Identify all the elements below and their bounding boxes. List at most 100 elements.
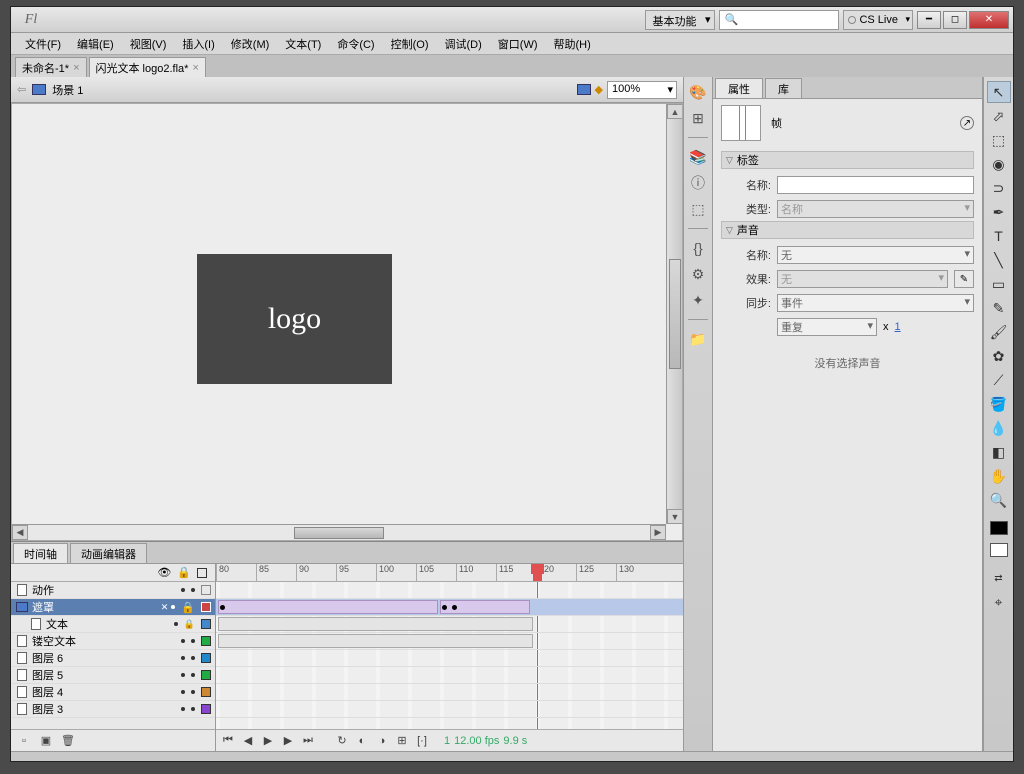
- behaviors-icon[interactable]: ✦: [689, 291, 707, 309]
- frames-grid[interactable]: [216, 582, 683, 729]
- project-icon[interactable]: 📁: [689, 330, 707, 348]
- section-sound[interactable]: 声音: [721, 221, 974, 239]
- text-tool[interactable]: T: [987, 225, 1011, 247]
- swap-colors-button[interactable]: ⇄: [987, 567, 1011, 589]
- back-icon[interactable]: ⇦: [17, 83, 26, 96]
- close-button[interactable]: ✕: [969, 11, 1009, 29]
- eyedropper-tool[interactable]: 💧: [987, 417, 1011, 439]
- sound-repeat-dropdown[interactable]: 重复: [777, 318, 877, 336]
- layer-row[interactable]: 图层 6: [11, 650, 215, 667]
- label-type-dropdown[interactable]: 名称: [777, 200, 974, 218]
- bone-tool[interactable]: ⟋: [987, 369, 1011, 391]
- menu-modify[interactable]: 修改(M): [223, 33, 278, 55]
- selection-tool[interactable]: ↖: [987, 81, 1011, 103]
- tab-motion-editor[interactable]: 动画编辑器: [70, 543, 147, 563]
- horizontal-scrollbar[interactable]: ◀ ▶: [12, 524, 666, 540]
- frame-ruler[interactable]: 80 85 90 95 100 105 110 115 120 125 130: [216, 564, 683, 582]
- tab-close-icon[interactable]: ×: [73, 62, 79, 74]
- lock-header-icon[interactable]: 🔒: [177, 566, 191, 579]
- play-button[interactable]: ▶: [260, 734, 276, 748]
- paint-bucket-tool[interactable]: 🪣: [987, 393, 1011, 415]
- menu-view[interactable]: 视图(V): [122, 33, 175, 55]
- info-icon[interactable]: ⓘ: [689, 174, 707, 192]
- doc-tab[interactable]: 闪光文本 logo2.fla*×: [89, 57, 206, 77]
- scroll-left-icon[interactable]: ◀: [12, 525, 28, 540]
- layer-row[interactable]: 遮罩✕🔒: [11, 599, 215, 616]
- vertical-scrollbar[interactable]: ▲ ▼: [666, 104, 682, 524]
- minimize-button[interactable]: ━: [917, 11, 941, 29]
- step-forward-button[interactable]: ▶: [280, 734, 296, 748]
- lasso-tool[interactable]: ⊃: [987, 177, 1011, 199]
- visibility-header-icon[interactable]: 👁: [157, 566, 171, 579]
- loop-button[interactable]: ↻: [334, 734, 350, 748]
- zoom-dropdown[interactable]: 100%: [607, 81, 677, 99]
- onion-skin-button[interactable]: ◐: [354, 734, 370, 748]
- menu-window[interactable]: 窗口(W): [490, 33, 546, 55]
- layer-row[interactable]: 文本🔒: [11, 616, 215, 633]
- sound-name-dropdown[interactable]: 无: [777, 246, 974, 264]
- workspace-dropdown[interactable]: 基本功能: [645, 10, 715, 30]
- doc-tab[interactable]: 未命名-1*×: [15, 57, 87, 77]
- menu-control[interactable]: 控制(O): [383, 33, 437, 55]
- 3d-rotation-tool[interactable]: ◉: [987, 153, 1011, 175]
- subselection-tool[interactable]: ⬀: [987, 105, 1011, 127]
- layer-row[interactable]: 镂空文本: [11, 633, 215, 650]
- new-layer-button[interactable]: ▫: [15, 733, 33, 749]
- swatches-icon[interactable]: 🎨: [689, 83, 707, 101]
- pen-tool[interactable]: ✒: [987, 201, 1011, 223]
- pencil-tool[interactable]: ✎: [987, 297, 1011, 319]
- menu-debug[interactable]: 调试(D): [437, 33, 490, 55]
- library-icon[interactable]: 📚: [689, 148, 707, 166]
- free-transform-tool[interactable]: ⬚: [987, 129, 1011, 151]
- menu-help[interactable]: 帮助(H): [546, 33, 599, 55]
- edit-symbols-icon[interactable]: ◆: [595, 83, 603, 96]
- menu-file[interactable]: 文件(F): [17, 33, 69, 55]
- scroll-down-icon[interactable]: ▼: [667, 509, 683, 524]
- scroll-up-icon[interactable]: ▲: [667, 104, 683, 119]
- edit-effect-button[interactable]: ✎: [954, 270, 974, 288]
- layer-row[interactable]: 图层 4: [11, 684, 215, 701]
- new-folder-button[interactable]: ▣: [37, 733, 55, 749]
- scroll-thumb[interactable]: [669, 259, 681, 369]
- search-input[interactable]: 🔍: [719, 10, 839, 30]
- help-link-icon[interactable]: ↗: [960, 116, 974, 130]
- align-icon[interactable]: ⊞: [689, 109, 707, 127]
- outline-header-icon[interactable]: [197, 568, 207, 578]
- menu-text[interactable]: 文本(T): [277, 33, 329, 55]
- onion-outline-button[interactable]: ◑: [374, 734, 390, 748]
- code-icon[interactable]: {}: [689, 239, 707, 257]
- delete-layer-button[interactable]: 🗑: [59, 733, 77, 749]
- section-label[interactable]: 标签: [721, 151, 974, 169]
- brush-tool[interactable]: 🖌: [987, 321, 1011, 343]
- menu-edit[interactable]: 编辑(E): [69, 33, 122, 55]
- edit-scene-icon[interactable]: [577, 84, 591, 95]
- sound-effect-dropdown[interactable]: 无: [777, 270, 948, 288]
- layer-row[interactable]: 图层 5: [11, 667, 215, 684]
- hand-tool[interactable]: ✋: [987, 465, 1011, 487]
- cslive-dropdown[interactable]: CS Live: [843, 10, 913, 30]
- repeat-count[interactable]: 1: [895, 321, 901, 333]
- label-name-input[interactable]: [777, 176, 974, 194]
- scene-name[interactable]: 场景 1: [52, 82, 83, 98]
- maximize-button[interactable]: ◻: [943, 11, 967, 29]
- scroll-thumb[interactable]: [294, 527, 384, 539]
- zoom-tool[interactable]: 🔍: [987, 489, 1011, 511]
- transform-icon[interactable]: ⬚: [689, 200, 707, 218]
- tab-properties[interactable]: 属性: [715, 78, 763, 98]
- goto-first-button[interactable]: ⏮: [220, 734, 236, 748]
- eraser-tool[interactable]: ◧: [987, 441, 1011, 463]
- rectangle-tool[interactable]: ▭: [987, 273, 1011, 295]
- sound-sync-dropdown[interactable]: 事件: [777, 294, 974, 312]
- deco-tool[interactable]: ✿: [987, 345, 1011, 367]
- menu-commands[interactable]: 命令(C): [329, 33, 382, 55]
- snap-button[interactable]: ⌖: [987, 591, 1011, 613]
- stroke-color-swatch[interactable]: [990, 521, 1008, 535]
- layer-row[interactable]: 图层 3: [11, 701, 215, 718]
- edit-multiple-button[interactable]: ⊞: [394, 734, 410, 748]
- playhead[interactable]: [533, 564, 542, 581]
- tab-timeline[interactable]: 时间轴: [13, 543, 68, 563]
- stage[interactable]: logo ▲ ▼ ◀ ▶: [11, 103, 683, 541]
- menu-insert[interactable]: 插入(I): [174, 33, 222, 55]
- fill-color-swatch[interactable]: [990, 543, 1008, 557]
- scroll-right-icon[interactable]: ▶: [650, 525, 666, 540]
